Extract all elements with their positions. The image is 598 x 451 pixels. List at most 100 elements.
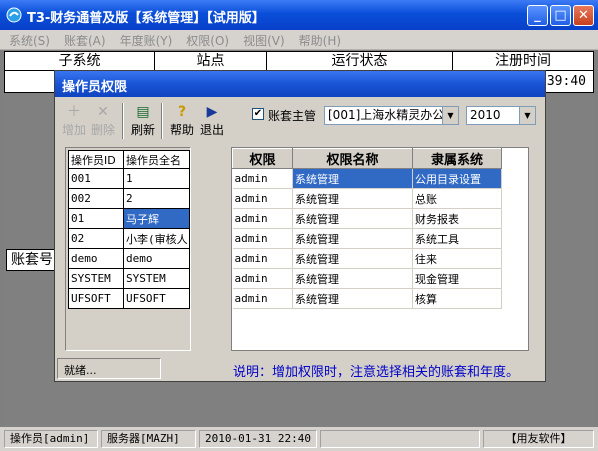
delete-icon: ✕: [97, 104, 109, 120]
operator-name: 1: [123, 168, 190, 189]
permission-code: admin: [232, 208, 293, 229]
menu-year-account[interactable]: 年度账(Y): [111, 30, 178, 49]
permission-system: 往来: [412, 248, 502, 269]
col-permission[interactable]: 权限: [232, 148, 293, 169]
operator-permission-dialog: 操作员权限 ＋ 增加 ✕ 删除 ▤ 刷新 ? 帮助 ▶ 退出 ✔ 账套主管 [0…: [54, 70, 546, 382]
table-row[interactable]: 02 小李(审核人: [68, 228, 190, 249]
refresh-button[interactable]: ▤ 刷新: [128, 104, 158, 138]
exit-label: 退出: [199, 123, 224, 137]
status-bar: 操作员[admin] 服务器[MAZH] 2010-01-31 22:40 【用…: [0, 427, 598, 451]
minimize-button[interactable]: _: [527, 5, 548, 26]
maximize-button[interactable]: □: [550, 5, 571, 26]
dialog-title: 操作员权限: [55, 71, 545, 97]
table-row[interactable]: admin 系统管理 核算: [232, 288, 502, 309]
chevron-down-icon[interactable]: ▼: [519, 107, 535, 124]
table-row[interactable]: admin 系统管理 现金管理: [232, 268, 502, 289]
permission-system: 现金管理: [412, 268, 502, 289]
permission-code: admin: [232, 168, 293, 189]
operator-id: 002: [68, 188, 124, 209]
table-row[interactable]: admin 系统管理 系统工具: [232, 228, 502, 249]
col-run-status[interactable]: 运行状态: [267, 52, 453, 70]
permission-name: 系统管理: [292, 288, 413, 309]
help-icon: ?: [177, 104, 187, 120]
menu-view[interactable]: 视图(V): [234, 30, 290, 49]
col-subsystem[interactable]: 子系统: [5, 52, 155, 70]
account-master-checkbox[interactable]: ✔: [252, 108, 264, 120]
add-button[interactable]: ＋ 增加: [59, 104, 89, 138]
operator-id: 02: [68, 228, 124, 249]
toolbar-separator: [161, 103, 163, 139]
table-row-selected[interactable]: 01 马子辉: [68, 208, 190, 229]
year-select-value: 2010: [470, 108, 501, 122]
operator-name: SYSTEM: [123, 268, 190, 289]
register-time-value: 39:40: [546, 74, 586, 89]
delete-button[interactable]: ✕ 删除: [88, 104, 118, 138]
permission-code: admin: [232, 188, 293, 209]
col-subsystem-belong[interactable]: 隶属系统: [412, 148, 502, 169]
table-row[interactable]: 001 1: [68, 168, 190, 189]
col-operator-name[interactable]: 操作员全名: [123, 150, 190, 169]
refresh-label: 刷新: [130, 123, 155, 137]
year-select[interactable]: 2010 ▼: [466, 106, 536, 125]
close-button[interactable]: ✕: [573, 5, 594, 26]
delete-label: 删除: [90, 123, 115, 137]
table-row[interactable]: admin 系统管理 财务报表: [232, 208, 502, 229]
table-row[interactable]: admin 系统管理 往来: [232, 248, 502, 269]
table-row[interactable]: SYSTEM SYSTEM: [68, 268, 190, 289]
operator-id: 01: [68, 208, 124, 229]
main-title-bar: T3-财务通普及版【系统管理】【试用版】 _ □ ✕: [0, 0, 598, 30]
window-title: T3-财务通普及版【系统管理】【试用版】: [27, 11, 265, 26]
table-row[interactable]: UFSOFT UFSOFT: [68, 288, 190, 309]
toolbar-separator: [122, 103, 124, 139]
operator-name: 小李(审核人: [123, 228, 190, 249]
status-server: 服务器[MAZH]: [101, 430, 196, 448]
permission-name: 系统管理: [292, 188, 413, 209]
permission-system: 核算: [412, 288, 502, 309]
operator-list-panel: 操作员ID 操作员全名 001 1 002 2 01 马子辉 02 小李(审核人 dem…: [65, 147, 191, 351]
permission-code: admin: [232, 288, 293, 309]
menu-help[interactable]: 帮助(H): [290, 30, 346, 49]
account-select[interactable]: [001]上海水精灵办公 ▼: [324, 106, 459, 125]
menu-system[interactable]: 系统(S): [0, 30, 55, 49]
subsystem-grid-header: 子系统 站点 运行状态 注册时间: [4, 51, 594, 71]
permission-system: 公用目录设置: [412, 168, 502, 189]
dialog-status-bar: 就绪... 说明：增加权限时，注意选择相关的账套和年度。: [57, 358, 543, 380]
help-button[interactable]: ? 帮助: [167, 104, 197, 138]
status-empty: [320, 430, 480, 448]
permission-name: 系统管理: [292, 268, 413, 289]
col-permission-name[interactable]: 权限名称: [292, 148, 413, 169]
operator-name: 马子辉: [123, 208, 190, 229]
permission-name: 系统管理: [292, 248, 413, 269]
status-ready: 就绪...: [57, 358, 161, 379]
operator-id: SYSTEM: [68, 268, 124, 289]
operator-id: demo: [68, 248, 124, 269]
hint-note: 说明：增加权限时，注意选择相关的账套和年度。: [233, 365, 520, 380]
col-site[interactable]: 站点: [155, 52, 267, 70]
permission-code: admin: [232, 228, 293, 249]
permission-system: 财务报表: [412, 208, 502, 229]
table-row[interactable]: 002 2: [68, 188, 190, 209]
chevron-down-icon[interactable]: ▼: [442, 107, 458, 124]
table-row-selected[interactable]: admin 系统管理 公用目录设置: [232, 168, 502, 189]
operator-id: UFSOFT: [68, 288, 124, 309]
permission-name: 系统管理: [292, 168, 413, 189]
permission-name: 系统管理: [292, 228, 413, 249]
add-label: 增加: [61, 123, 86, 137]
operator-name: 2: [123, 188, 190, 209]
account-no-label: 账套号: [6, 249, 58, 271]
permission-table: 权限 权限名称 隶属系统 admin 系统管理 公用目录设置 admin 系统管理 总账…: [232, 148, 502, 309]
menu-account[interactable]: 账套(A): [55, 30, 111, 49]
operator-name: demo: [123, 248, 190, 269]
permission-code: admin: [232, 268, 293, 289]
table-row[interactable]: admin 系统管理 总账: [232, 188, 502, 209]
exit-button[interactable]: ▶ 退出: [197, 104, 227, 138]
help-label: 帮助: [169, 123, 194, 137]
operator-id: 001: [68, 168, 124, 189]
menu-permission[interactable]: 权限(O): [177, 30, 234, 49]
col-register-time[interactable]: 注册时间: [453, 52, 593, 70]
refresh-icon: ▤: [136, 104, 150, 120]
table-row[interactable]: demo demo: [68, 248, 190, 269]
menu-bar: 系统(S) 账套(A) 年度账(Y) 权限(O) 视图(V) 帮助(H): [0, 30, 598, 50]
permission-system: 系统工具: [412, 228, 502, 249]
col-operator-id[interactable]: 操作员ID: [68, 150, 124, 169]
